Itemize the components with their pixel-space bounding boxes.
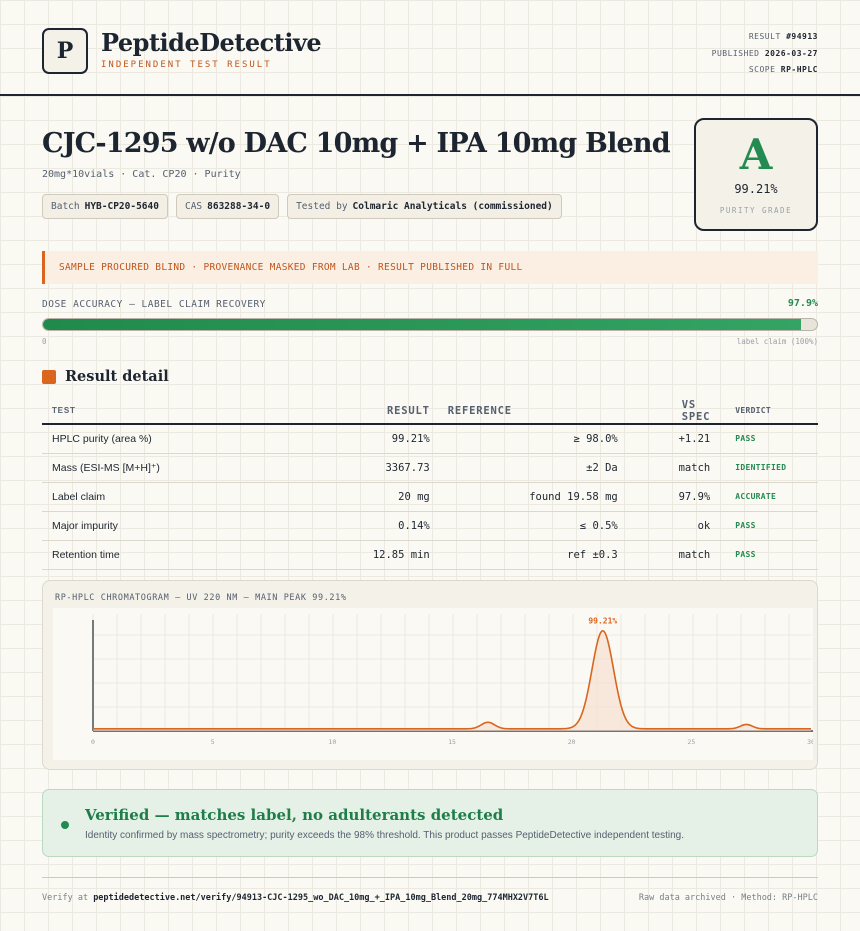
table-row: Major impurity 0.14% ≤ 0.5% ok PASS bbox=[42, 511, 818, 541]
cas-chip: CAS 863288-34-0 bbox=[175, 194, 280, 219]
row-vs-spec: +1.21 bbox=[617, 424, 711, 454]
dose-accuracy-value: 97.9% bbox=[787, 298, 818, 309]
x-tick-label: 20 bbox=[568, 738, 576, 746]
footer-archive-note: Raw data archived · Method: RP-HPLC bbox=[638, 893, 818, 903]
meta-published: PUBLISHED 2026-03-27 bbox=[711, 48, 818, 58]
brand-logo: P bbox=[42, 28, 88, 74]
meta-result: RESULT #94913 bbox=[748, 32, 818, 41]
batch-chip: Batch HYB-CP20-5640 bbox=[42, 194, 168, 219]
meta-scope: SCOPE RP-HPLC bbox=[748, 65, 818, 74]
chart-background bbox=[53, 608, 813, 760]
row-reference: ref ±0.3 bbox=[429, 540, 618, 570]
row-result: 99.21% bbox=[272, 424, 430, 454]
chromatogram-title: RP-HPLC CHROMATOGRAM — UV 220 NM — MAIN … bbox=[55, 593, 347, 603]
row-test: Label claim bbox=[42, 482, 272, 512]
table-row: Label claim 20 mg found 19.58 mg 97.9% ACCUR… bbox=[42, 482, 818, 512]
dose-progress-bar bbox=[42, 318, 818, 331]
x-tick-label: 25 bbox=[687, 738, 695, 746]
purity-grade-card: A 99.21% PURITY GRADE bbox=[694, 118, 818, 231]
row-verdict: ACCURATE bbox=[710, 482, 818, 512]
row-test: Mass (ESI-MS [M+H]⁺) bbox=[42, 453, 272, 483]
verified-dot-icon bbox=[61, 821, 69, 829]
grade-label: PURITY GRADE bbox=[719, 206, 793, 215]
col-reference: REFERENCE bbox=[429, 398, 618, 425]
results-table: TEST RESULT REFERENCE VS SPEC VERDICT HP… bbox=[42, 398, 818, 570]
grade-letter: A bbox=[739, 130, 773, 179]
row-verdict: PASS bbox=[710, 511, 818, 541]
verify-link[interactable]: peptidedetective.net/verify/94913-CJC-12… bbox=[93, 893, 548, 903]
row-vs-spec: match bbox=[617, 540, 711, 570]
tested-by-chip: Tested by Colmaric Analyticals (commissio… bbox=[287, 194, 562, 219]
row-verdict: PASS bbox=[710, 540, 818, 570]
row-vs-spec: ok bbox=[617, 511, 711, 541]
chromatogram-panel: RP-HPLC CHROMATOGRAM — UV 220 NM — MAIN … bbox=[42, 580, 818, 770]
footer-divider bbox=[42, 877, 818, 878]
row-result: 0.14% bbox=[272, 511, 430, 541]
row-verdict: IDENTIFIED bbox=[710, 453, 818, 483]
x-tick-label: 30 bbox=[807, 738, 813, 746]
col-test: TEST bbox=[42, 398, 272, 425]
dose-bar-max: label claim (100%) bbox=[736, 337, 818, 346]
row-verdict: PASS bbox=[710, 424, 818, 454]
row-reference: ≥ 98.0% bbox=[429, 424, 618, 454]
verified-text: Identity confirmed by mass spectrometry;… bbox=[85, 830, 685, 841]
row-reference: found 19.58 mg bbox=[429, 482, 618, 512]
section-marker-icon bbox=[42, 370, 56, 384]
peak-label: 99.21% bbox=[588, 617, 617, 626]
table-row: Retention time 12.85 min ref ±0.3 match PASS bbox=[42, 540, 818, 570]
x-tick-label: 15 bbox=[448, 738, 456, 746]
row-reference: ±2 Da bbox=[429, 453, 618, 483]
report-meta: RESULT #94913 PUBLISHED 2026-03-27 SCOPE… bbox=[712, 29, 818, 79]
row-result: 12.85 min bbox=[272, 540, 430, 570]
chromatogram-chart: 99.21% 0 5 10 15 20 25 30 bbox=[53, 608, 813, 760]
verified-callout: Verified — matches label, no adulterants… bbox=[42, 789, 818, 857]
row-result: 20 mg bbox=[272, 482, 430, 512]
row-test: Major impurity bbox=[42, 511, 272, 541]
row-test: HPLC purity (area %) bbox=[42, 424, 272, 454]
col-vs-spec: VS SPEC bbox=[617, 398, 711, 425]
product-subtitle: 20mg*10vials · Cat. CP20 · Purity bbox=[42, 169, 241, 180]
brand-tagline: INDEPENDENT TEST RESULT bbox=[101, 60, 272, 70]
product-chips: Batch HYB-CP20-5640 CAS 863288-34-0 Tested… bbox=[42, 194, 562, 219]
blind-sample-banner: SAMPLE PROCURED BLIND · PROVENANCE MASKE… bbox=[42, 251, 818, 284]
table-row: Mass (ESI-MS [M+H]⁺) 3367.73 ±2 Da match IDE… bbox=[42, 453, 818, 483]
col-verdict: VERDICT bbox=[710, 398, 818, 425]
x-tick-label: 5 bbox=[211, 738, 215, 746]
row-result: 3367.73 bbox=[272, 453, 430, 483]
result-detail-title: Result detail bbox=[65, 368, 169, 385]
col-result: RESULT bbox=[272, 398, 430, 425]
brand-name: PeptideDetective bbox=[101, 28, 322, 57]
dose-bar-min: 0 bbox=[42, 337, 47, 346]
x-tick-label: 10 bbox=[328, 738, 336, 746]
row-vs-spec: match bbox=[617, 453, 711, 483]
product-title: CJC-1295 w/o DAC 10mg + IPA 10mg Blend bbox=[42, 128, 671, 159]
footer-verify: Verify at peptidedetective.net/verify/94… bbox=[42, 893, 549, 903]
row-reference: ≤ 0.5% bbox=[429, 511, 618, 541]
report-header: P PeptideDetective INDEPENDENT TEST RESU… bbox=[0, 0, 860, 96]
grade-value: 99.21% bbox=[734, 182, 778, 196]
row-vs-spec: 97.9% bbox=[617, 482, 711, 512]
dose-progress-fill bbox=[43, 319, 801, 330]
row-test: Retention time bbox=[42, 540, 272, 570]
verified-title: Verified — matches label, no adulterants… bbox=[85, 806, 504, 824]
x-tick-label: 0 bbox=[91, 738, 95, 746]
results-header-row: TEST RESULT REFERENCE VS SPEC VERDICT bbox=[42, 398, 818, 425]
table-row: HPLC purity (area %) 99.21% ≥ 98.0% +1.21 PA… bbox=[42, 424, 818, 454]
dose-accuracy-label: DOSE ACCURACY — LABEL CLAIM RECOVERY bbox=[42, 299, 266, 310]
